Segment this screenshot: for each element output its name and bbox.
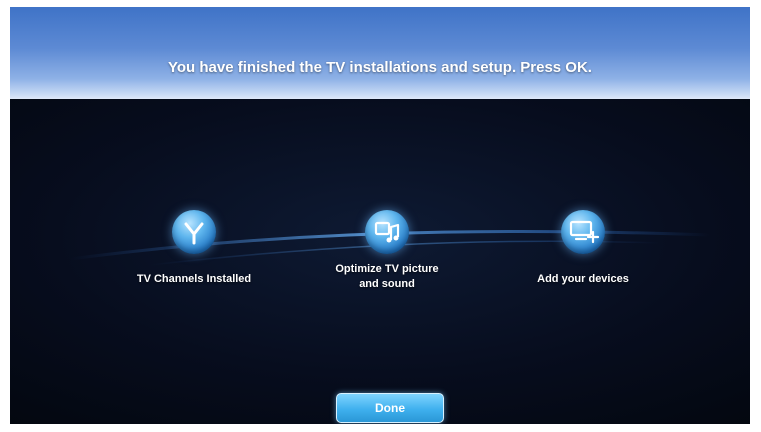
picture-sound-icon — [365, 210, 409, 254]
tv-screen: You have finished the TV installations a… — [10, 7, 750, 424]
step-optimize-picture-sound: Optimize TV picture and sound — [297, 210, 477, 292]
completion-message: You have finished the TV installations a… — [168, 59, 592, 76]
step-add-devices: Add your devices — [493, 210, 673, 287]
step-label-optimize: Optimize TV picture and sound — [335, 263, 439, 290]
done-button[interactable]: Done — [336, 393, 444, 423]
step-tv-channels: TV Channels Installed — [104, 210, 284, 287]
step-label-tv-channels: TV Channels Installed — [136, 273, 252, 285]
antenna-icon — [172, 210, 216, 254]
step-label-add-devices: Add your devices — [537, 273, 629, 285]
add-device-icon — [561, 210, 605, 254]
header-banner: You have finished the TV installations a… — [10, 7, 750, 99]
